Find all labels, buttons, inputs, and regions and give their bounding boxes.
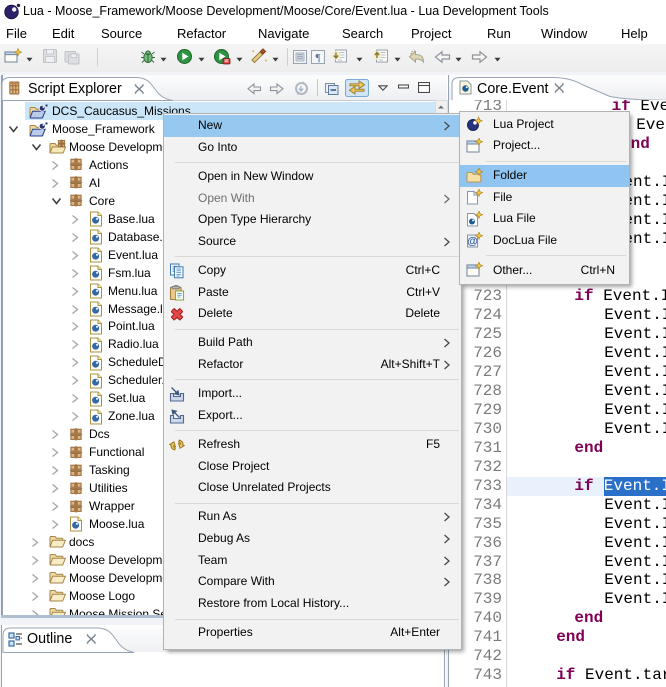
svg-text:¶: ¶ (316, 52, 321, 64)
svg-text:@: @ (467, 236, 478, 248)
